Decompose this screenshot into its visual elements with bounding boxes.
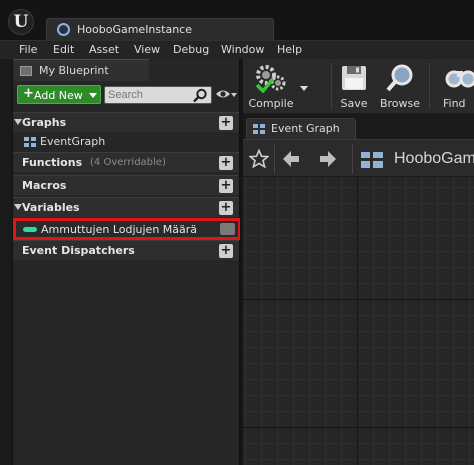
tab-event-graph[interactable]: Event Graph: [246, 118, 356, 139]
nav-separator: [352, 144, 353, 174]
graph-canvas[interactable]: [243, 177, 474, 465]
graph-item-eventgraph[interactable]: EventGraph: [13, 132, 239, 152]
toolbar-separator: [429, 63, 430, 109]
view-options-chevron-icon[interactable]: [231, 93, 237, 97]
add-new-label: Add New: [34, 89, 83, 102]
section-macros[interactable]: Macros +: [13, 175, 239, 195]
graph-item-label: EventGraph: [40, 135, 106, 148]
blueprint-panel-icon: [20, 66, 32, 76]
variable-visibility-icon[interactable]: [220, 223, 235, 235]
tab-event-graph-label: Event Graph: [271, 122, 340, 135]
compile-icon: [255, 65, 286, 93]
menu-debug[interactable]: Debug: [173, 43, 209, 56]
add-new-button[interactable]: + Add New: [17, 85, 101, 104]
nav-separator: [274, 144, 275, 174]
menu-view[interactable]: View: [134, 43, 160, 56]
variable-type-icon: [23, 227, 37, 232]
my-blueprint-panel: My Blueprint + Add New Graphs + EventGra…: [12, 59, 241, 465]
menu-asset[interactable]: Asset: [89, 43, 119, 56]
menu-help[interactable]: Help: [277, 43, 302, 56]
plus-icon: +: [23, 86, 34, 101]
browse-button[interactable]: Browse: [377, 59, 423, 114]
find-button[interactable]: Find: [439, 59, 474, 114]
compile-button[interactable]: Compile: [243, 59, 299, 114]
section-graphs-label: Graphs: [22, 116, 67, 129]
breadcrumb[interactable]: HooboGame: [394, 150, 474, 168]
toolbar: Compile Save Browse Find: [243, 59, 474, 114]
my-blueprint-tab[interactable]: My Blueprint: [13, 59, 149, 81]
toolbar-separator: [331, 63, 332, 109]
section-variables[interactable]: Variables +: [13, 197, 239, 217]
back-arrow-icon[interactable]: [282, 150, 300, 168]
browse-label: Browse: [379, 97, 421, 110]
section-event-dispatchers-label: Event Dispatchers: [22, 244, 135, 257]
graph-icon: [24, 137, 36, 147]
graph-icon: [361, 152, 383, 168]
compile-options-chevron-icon[interactable]: [300, 86, 308, 91]
forward-arrow-icon[interactable]: [319, 150, 337, 168]
graph-navigation-bar: HooboGame: [243, 139, 474, 177]
section-variables-label: Variables: [22, 201, 80, 214]
find-icon: [445, 70, 474, 88]
document-tab-label: HooboGameInstance: [77, 23, 192, 36]
expand-arrow-icon[interactable]: [14, 119, 22, 125]
variable-item[interactable]: Ammuttujen Lodjujen Määrä: [13, 218, 241, 240]
title-bar: U HooboGameInstance: [0, 0, 474, 40]
search-box[interactable]: [104, 86, 212, 104]
save-icon: [342, 66, 366, 90]
compile-label: Compile: [248, 97, 294, 110]
save-button[interactable]: Save: [337, 59, 371, 114]
star-icon[interactable]: [249, 149, 269, 169]
blueprint-class-icon: [57, 23, 70, 36]
add-graph-button[interactable]: +: [219, 116, 233, 130]
section-event-dispatchers[interactable]: Event Dispatchers +: [13, 240, 239, 260]
section-graphs[interactable]: Graphs +: [13, 112, 239, 132]
section-functions-sub: (4 Overridable): [90, 157, 166, 168]
document-tab[interactable]: HooboGameInstance: [46, 18, 274, 40]
search-icon[interactable]: [192, 88, 208, 103]
add-macro-button[interactable]: +: [219, 179, 233, 193]
add-function-button[interactable]: +: [219, 156, 233, 170]
chevron-down-icon: [89, 93, 97, 98]
add-variable-button[interactable]: +: [219, 201, 233, 215]
add-event-dispatcher-button[interactable]: +: [219, 244, 233, 258]
section-functions-label: Functions: [22, 156, 83, 169]
menu-edit[interactable]: Edit: [53, 43, 74, 56]
my-blueprint-tab-label: My Blueprint: [39, 64, 109, 77]
menu-file[interactable]: File: [19, 43, 37, 56]
save-label: Save: [340, 97, 368, 110]
unreal-logo-icon[interactable]: U: [8, 9, 34, 35]
find-label: Find: [443, 97, 466, 110]
browse-icon: [386, 64, 413, 92]
section-macros-label: Macros: [22, 179, 67, 192]
menu-window[interactable]: Window: [221, 43, 264, 56]
graph-icon: [253, 124, 265, 134]
variable-name: Ammuttujen Lodjujen Määrä: [41, 223, 198, 236]
menu-bar: File Edit Asset View Debug Window Help: [0, 40, 474, 59]
eye-icon[interactable]: [215, 88, 231, 100]
section-functions[interactable]: Functions (4 Overridable) +: [13, 152, 239, 172]
search-input[interactable]: [108, 88, 192, 102]
expand-arrow-icon[interactable]: [14, 204, 22, 210]
